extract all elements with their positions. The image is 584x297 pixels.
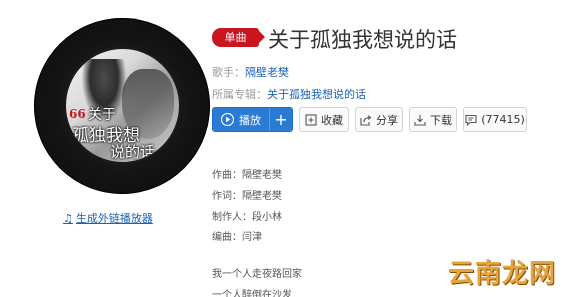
generate-player-label: 生成外链播放器	[75, 212, 153, 225]
credit-producer: 制作人：段小林	[212, 212, 282, 223]
album-row: 所属专辑：关于孤独我想说的话	[212, 86, 366, 102]
credit-arranger: 编曲：闫津	[212, 232, 262, 243]
play-label: 播放	[239, 113, 261, 127]
share-label: 分享	[376, 113, 398, 127]
lyric-line: 我一个人走夜路回家	[212, 269, 302, 280]
cover-text-line3: 说的话	[110, 143, 156, 161]
collect-button[interactable]: 收藏	[299, 107, 349, 132]
singer-row: 歌手：隔壁老樊	[212, 64, 289, 80]
comment-count: (77415)	[481, 113, 525, 126]
site-watermark: 云南龙网	[448, 259, 557, 289]
download-icon	[414, 114, 426, 126]
music-note-icon: ♫	[63, 211, 73, 225]
play-button[interactable]: 播放	[213, 108, 269, 131]
cover-quote-mark: 66	[69, 107, 86, 121]
collect-icon	[305, 113, 317, 126]
singer-link[interactable]: 隔壁老樊	[245, 66, 289, 79]
share-button[interactable]: 分享	[355, 107, 403, 132]
credit-composer: 作曲：隔壁老樊	[212, 170, 282, 181]
album-link[interactable]: 关于孤独我想说的话	[267, 88, 366, 101]
share-icon	[360, 114, 372, 126]
song-title: 关于孤独我想说的话	[268, 28, 457, 52]
download-button[interactable]: 下载	[409, 107, 457, 132]
add-to-playlist-button[interactable]: +	[269, 108, 292, 131]
collect-label: 收藏	[321, 113, 343, 127]
album-cover: 66 关于 孤独我想 说的话	[64, 47, 181, 164]
play-button-group: 播放 +	[212, 107, 293, 132]
comment-icon	[465, 114, 477, 126]
singer-label: 歌手：	[212, 66, 245, 79]
comment-button[interactable]: (77415)	[463, 107, 527, 132]
single-badge: 单曲	[212, 28, 265, 47]
action-toolbar: 播放 + 收藏 分享 下载 (77415)	[212, 107, 527, 132]
album-label: 所属专辑：	[212, 88, 267, 101]
lyric-line: 一个人醉倒在沙发	[212, 290, 292, 297]
download-label: 下载	[430, 113, 452, 127]
credit-lyricist: 作词：隔壁老樊	[212, 191, 282, 202]
generate-player-link[interactable]: ♫ 生成外链播放器	[63, 210, 153, 226]
play-icon	[221, 113, 234, 126]
